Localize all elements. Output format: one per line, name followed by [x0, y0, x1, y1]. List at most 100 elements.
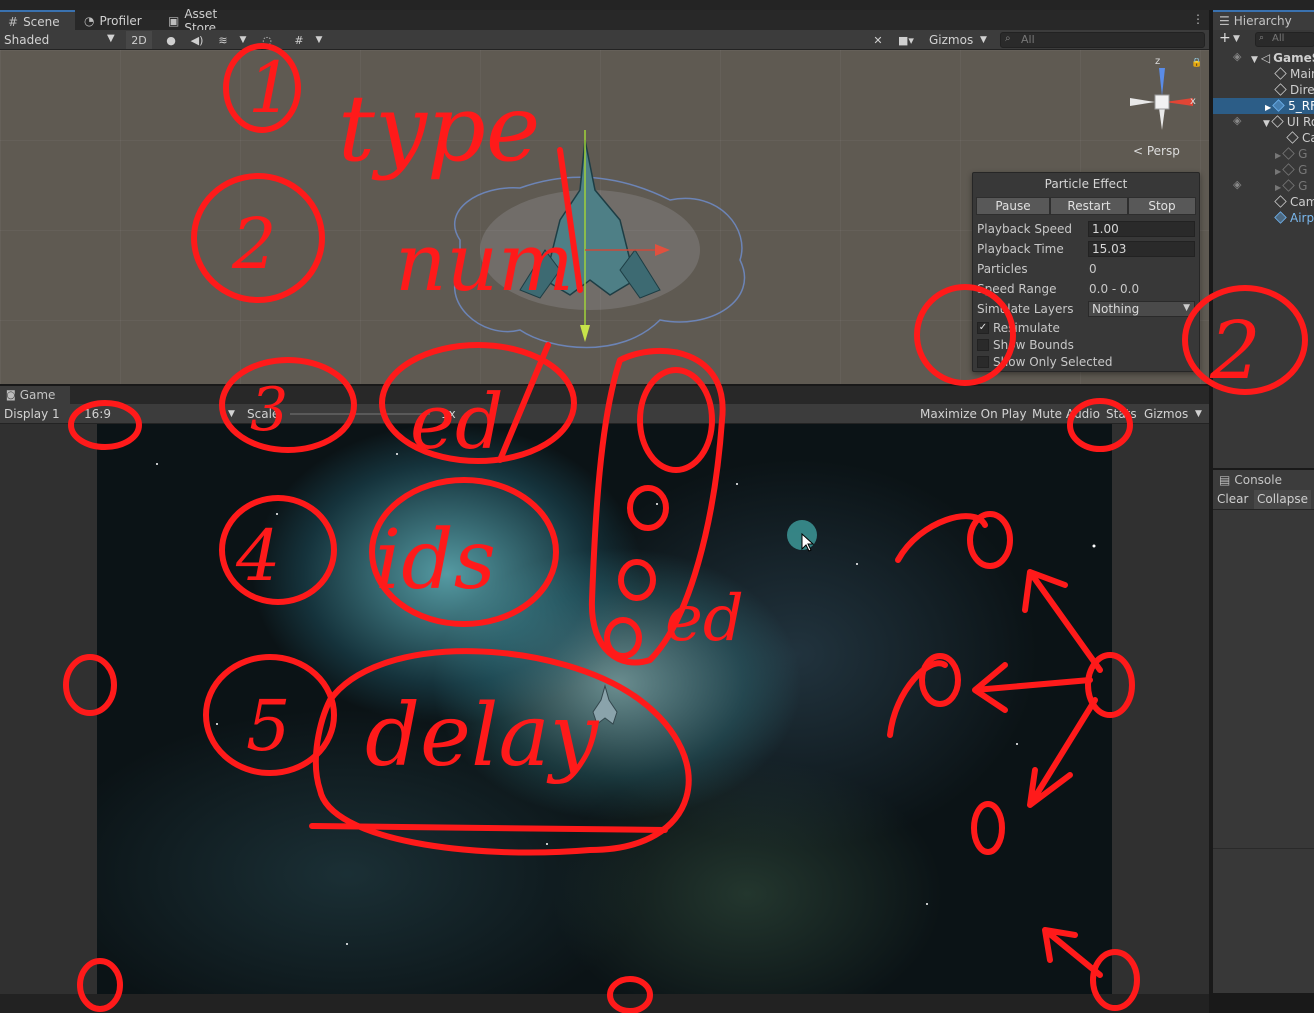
effects-dropdown-icon[interactable]: ▼: [236, 31, 250, 49]
hierarchy-item-5-rf[interactable]: ▶ 5_RF: [1213, 98, 1314, 114]
tab-hierarchy[interactable]: ☰ Hierarchy: [1213, 10, 1314, 30]
profiler-icon: ◔: [84, 14, 95, 28]
toggle-2d-button[interactable]: 2D: [126, 31, 152, 49]
game-view[interactable]: [0, 424, 1209, 994]
collapsed-arrow-icon: ▶: [1275, 167, 1282, 176]
aspect-dropdown-icon[interactable]: ▼: [228, 409, 235, 419]
bottom-status-strip: [0, 994, 1209, 1013]
lighting-icon[interactable]: ●: [160, 31, 182, 49]
particle-effect-panel: Particle Effect Pause Restart Stop Playb…: [972, 172, 1200, 372]
tab-profiler[interactable]: ◔ Profiler: [76, 10, 162, 32]
shading-mode-dropdown[interactable]: Shaded: [4, 33, 49, 47]
effects-icon[interactable]: ≋: [212, 31, 234, 49]
gameobject-icon: [1282, 163, 1295, 176]
aspect-dropdown[interactable]: 16:9: [84, 407, 111, 421]
restart-button[interactable]: Restart: [1050, 197, 1128, 215]
simulate-layers-dropdown[interactable]: Nothing ▼: [1088, 301, 1195, 317]
console-toolbar: Clear Collapse: [1213, 490, 1314, 510]
gameobject-icon: [1286, 131, 1299, 144]
hierarchy-search-input[interactable]: ⌕ All: [1255, 32, 1314, 47]
collapsed-arrow-icon: ▶: [1265, 103, 1272, 112]
hierarchy-search-placeholder: All: [1272, 33, 1285, 44]
gameobject-icon: [1274, 67, 1287, 80]
mute-audio-toggle[interactable]: Mute Audio: [1032, 407, 1100, 421]
scene-search-placeholder: All: [1021, 33, 1035, 46]
resimulate-label: Resimulate: [993, 321, 1060, 335]
hierarchy-item-g2[interactable]: ▶ G: [1213, 162, 1314, 178]
tab-hierarchy-label: Hierarchy: [1233, 14, 1292, 28]
game-render-canvas[interactable]: [97, 424, 1112, 994]
tab-asset-store[interactable]: ▣ Asset Store: [160, 7, 260, 35]
hierarchy-item-direc[interactable]: Direc: [1213, 82, 1314, 98]
game-gizmos-dropdown-icon[interactable]: ▼: [1195, 409, 1202, 419]
pause-button[interactable]: Pause: [976, 197, 1050, 215]
particles-label: Particles: [977, 262, 1028, 276]
hierarchy-item-cam[interactable]: Cam: [1213, 194, 1314, 210]
gameobject-icon: [1282, 179, 1295, 192]
tab-console[interactable]: ▤ Console: [1213, 470, 1314, 490]
console-divider: [1213, 848, 1314, 849]
scene-gizmos-dropdown-icon[interactable]: ▼: [980, 35, 987, 45]
projection-toggle[interactable]: < Persp: [1133, 144, 1180, 158]
console-collapse-button[interactable]: Collapse: [1254, 490, 1311, 509]
simulate-layers-value: Nothing: [1092, 302, 1140, 316]
game-gizmos-button[interactable]: Gizmos: [1144, 407, 1188, 421]
tools-icon[interactable]: ✕: [868, 31, 888, 49]
playback-time-label: Playback Time: [977, 242, 1064, 256]
hierarchy-item-label: 5_RF: [1288, 99, 1314, 113]
show-only-selected-label: Show Only Selected: [993, 355, 1113, 369]
collapsed-arrow-icon: ▶: [1275, 151, 1282, 160]
hierarchy-item-ui-ro[interactable]: ▼ UI Ro: [1213, 114, 1314, 130]
store-icon: ▣: [168, 14, 180, 28]
list-icon: ☰: [1219, 14, 1230, 28]
playback-time-field[interactable]: 15.03: [1088, 241, 1195, 257]
camera-icon[interactable]: ■▾: [892, 31, 920, 49]
particles-count: 0: [1089, 262, 1097, 276]
visibility-icon[interactable]: ◈: [1233, 114, 1241, 127]
prefab-icon: [1272, 99, 1285, 112]
hierarchy-item-label: G: [1298, 163, 1308, 177]
scene-more-menu-icon[interactable]: ⋮: [1192, 12, 1204, 26]
hierarchy-item-g1[interactable]: ▶ G: [1213, 146, 1314, 162]
grid-snap-icon[interactable]: #: [288, 31, 310, 49]
grid-icon: #: [8, 15, 19, 29]
expand-arrow-icon: ▼: [1251, 55, 1258, 65]
spaceship-model[interactable]: [420, 130, 760, 370]
hierarchy-item-airpl[interactable]: Airpl: [1213, 210, 1314, 226]
tab-profiler-label: Profiler: [99, 14, 142, 28]
show-only-selected-checkbox[interactable]: [977, 356, 989, 368]
grid-dropdown-icon[interactable]: ▼: [312, 31, 326, 49]
hierarchy-item-scene[interactable]: ▼◁GameS: [1213, 50, 1314, 66]
hierarchy-item-main[interactable]: Main: [1213, 66, 1314, 82]
visibility-icon[interactable]: ◈: [1233, 50, 1241, 63]
hierarchy-item-label: G: [1298, 147, 1308, 161]
hidden-objects-icon[interactable]: ◌: [256, 31, 278, 49]
hierarchy-item-ca[interactable]: Ca: [1213, 130, 1314, 146]
hierarchy-item-g3[interactable]: ▶ G: [1213, 178, 1314, 194]
show-bounds-checkbox[interactable]: [977, 339, 989, 351]
playback-speed-label: Playback Speed: [977, 222, 1072, 236]
tab-scene[interactable]: # Scene: [0, 10, 75, 32]
stop-button[interactable]: Stop: [1128, 197, 1196, 215]
display-dropdown[interactable]: Display 1: [4, 407, 60, 421]
stats-toggle[interactable]: Stats: [1106, 407, 1137, 421]
scene-search-input[interactable]: ⌕ All: [1000, 32, 1205, 48]
resimulate-checkbox[interactable]: ✓: [977, 322, 989, 334]
audio-icon[interactable]: ◀): [186, 31, 208, 49]
playback-speed-field[interactable]: 1.00: [1088, 221, 1195, 237]
gameobject-icon: [1271, 115, 1284, 128]
tab-game[interactable]: ◙ Game: [0, 386, 70, 404]
scale-slider[interactable]: [290, 413, 430, 415]
scene-gizmos-button[interactable]: Gizmos: [929, 33, 973, 47]
shading-dropdown-arrow-icon: ▼: [107, 33, 115, 44]
player-ship[interactable]: [587, 684, 623, 728]
gameobject-icon: [1274, 83, 1287, 96]
create-dropdown-icon[interactable]: ▼: [1233, 34, 1240, 44]
tab-console-label: Console: [1234, 473, 1282, 487]
create-plus-icon[interactable]: +: [1219, 30, 1231, 46]
maximize-on-play-toggle[interactable]: Maximize On Play: [920, 407, 1027, 421]
visibility-icon[interactable]: ◈: [1233, 178, 1241, 191]
collapsed-arrow-icon: ▶: [1275, 183, 1282, 192]
hierarchy-panel: ☰ Hierarchy + ▼ ⌕ All ▼◁GameS Main Direc…: [1211, 10, 1314, 468]
console-clear-button[interactable]: Clear: [1217, 492, 1248, 506]
